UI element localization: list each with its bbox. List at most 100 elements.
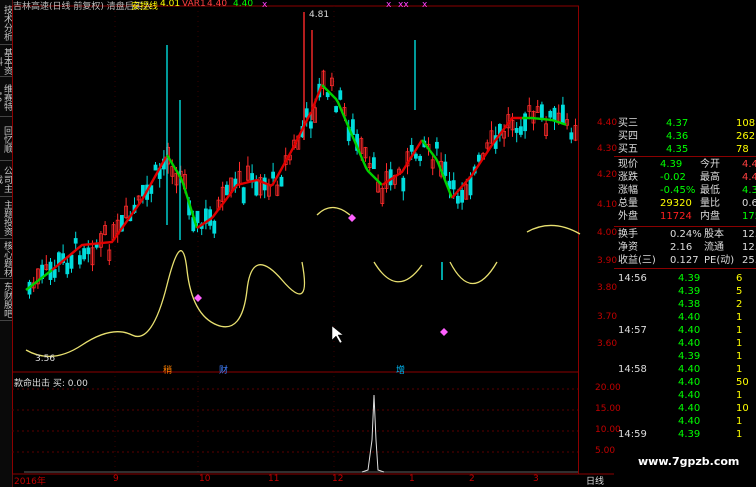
tick-row-cell: 1 <box>736 325 743 336</box>
candle-body <box>334 106 339 113</box>
ma-segment <box>522 116 567 126</box>
candle-body <box>279 176 284 187</box>
candle-body <box>271 171 276 179</box>
fund-row: 净资 2.16 流通 12.1 <box>614 241 756 254</box>
fund-row-cell: 0.24% <box>670 229 702 240</box>
stat-row-cell: 1759 <box>742 211 756 222</box>
low-label: 3.56 <box>35 354 56 364</box>
bid-row-cell: 4.36 <box>666 131 689 142</box>
sidebar-tab-0[interactable]: 技术分析 <box>0 2 12 45</box>
signal-diamond-icon <box>348 214 356 222</box>
candle-body <box>304 108 309 118</box>
tick-row: 4.40 1 <box>614 337 756 350</box>
bid-row-cell: 4.35 <box>666 144 689 155</box>
candle-body <box>476 154 481 162</box>
candle-body <box>241 187 246 204</box>
tick-row-cell: 14:59 <box>618 429 647 440</box>
sidebar-tab-7[interactable]: 东财股吧 <box>0 280 12 321</box>
candle-body <box>514 128 519 133</box>
fund-row-cell: 流通 <box>704 242 724 253</box>
stat-row-cell: 0.6 <box>742 198 756 209</box>
stat-row-cell: 总量 <box>618 198 638 209</box>
candle-body <box>409 144 414 152</box>
fund-row-cell: 0.127 <box>670 255 699 266</box>
tick-row: 4.40 10 <box>614 402 756 415</box>
moving-average-line <box>25 84 567 291</box>
candle-body <box>460 189 465 203</box>
sidebar-tab-6[interactable]: 核心题材 <box>0 240 12 279</box>
marker-x4: x <box>422 0 428 10</box>
bid-row-cell: 买四 <box>618 131 638 142</box>
stat-row-cell: 11724 <box>660 211 692 222</box>
tick-row-cell: 1 <box>736 351 743 362</box>
candle-body <box>561 104 565 124</box>
kline-chart[interactable] <box>12 0 614 487</box>
candle-body <box>523 113 528 132</box>
stat-row: 外盘 11724 内盘 1759 <box>614 210 756 223</box>
tick-row-cell: 4.40 <box>678 377 701 388</box>
sidebar-tab-3[interactable]: 回忆顺 <box>0 118 12 161</box>
stat-row-cell: 今开 <box>700 159 720 170</box>
fund-row: 换手 0.24%股本 12.1 <box>614 228 756 241</box>
candle-body <box>338 90 343 100</box>
date-tick: 12 <box>332 474 344 484</box>
candle-body <box>552 107 557 121</box>
date-tick: 2 <box>469 474 475 484</box>
bid-row-cell: 买五 <box>618 144 638 155</box>
candlesticks <box>27 12 578 299</box>
tick-row-cell: 4.40 <box>678 338 701 349</box>
candle-body <box>195 210 200 224</box>
fund-row-cell: 净资 <box>618 242 638 253</box>
tick-row-cell: 4.40 <box>678 325 701 336</box>
period-label[interactable]: 日线 <box>586 474 604 487</box>
sidebar-tab-4[interactable]: 公司主载 <box>0 162 12 197</box>
sidebar-tab-1[interactable]: 基本资料 <box>0 46 12 77</box>
ma-segment <box>165 154 199 229</box>
stat-row: 涨幅 -0.45% 最低 4.3 <box>614 184 756 197</box>
ma-segment <box>51 199 143 271</box>
tick-row: 4.40 1 <box>614 415 756 428</box>
stat-row-cell: 4.4 <box>742 172 756 183</box>
marker-label-2: 财 <box>219 366 229 376</box>
candle-body <box>153 164 158 171</box>
tick-row: 14:59 4.39 1 <box>614 428 756 441</box>
tick-row-cell: 2 <box>736 299 743 310</box>
tick-row-cell: 1 <box>736 416 743 427</box>
signal-diamond-icon <box>194 294 202 302</box>
tick-row-cell: 4.40 <box>678 416 701 427</box>
sub-indicator-title: 款命出击 买: 0.00 <box>14 379 88 389</box>
candle-body <box>401 177 406 192</box>
tick-row-cell: 1 <box>736 338 743 349</box>
signal-diamond-icon <box>440 328 448 336</box>
tick-row: 4.39 5 <box>614 285 756 298</box>
tick-row-cell: 1 <box>736 429 743 440</box>
stat-row-cell: 4.3 <box>742 185 756 196</box>
fund-row-cell: 收益(三) <box>618 255 656 266</box>
tick-row-cell: 1 <box>736 312 743 323</box>
fund-row: 收益(三) 0.127 PE(动) 25. <box>614 254 756 267</box>
quote-panel: 买三 4.37 108 买四 4.36 262 买五 4.35 78 现价 4.39 今开 4.4 涨跌 -… <box>614 112 756 442</box>
tick-row: 4.38 2 <box>614 298 756 311</box>
tick-row-cell: 4.38 <box>678 299 701 310</box>
marker-label-3: 增 <box>396 366 406 376</box>
candle-body <box>69 254 74 269</box>
tick-row: 4.39 1 <box>614 350 756 363</box>
candle-body <box>434 141 439 149</box>
bid-row: 买五 4.35 78 <box>614 143 756 156</box>
tick-row-cell: 6 <box>736 273 743 284</box>
date-tick: 11 <box>268 474 280 484</box>
candle-body <box>540 104 544 118</box>
tick-row: 4.40 50 <box>614 376 756 389</box>
tick-row: 14:56 4.39 6 <box>614 272 756 285</box>
sidebar-tab-5[interactable]: 主题投资 <box>0 198 12 239</box>
candle-body <box>65 262 70 275</box>
mouse-cursor-icon <box>331 325 344 344</box>
sidebar-tab-2[interactable]: 维赛特10 <box>0 78 12 117</box>
stat-row-cell: -0.45% <box>660 185 696 196</box>
fund-row-cell: 换手 <box>618 229 638 240</box>
fund-row-cell: 12.1 <box>742 242 756 253</box>
candle-body <box>52 269 57 278</box>
bid-row-cell: 买三 <box>618 118 638 129</box>
tick-row: 4.40 1 <box>614 311 756 324</box>
stat-row-cell: 4.39 <box>660 159 683 170</box>
